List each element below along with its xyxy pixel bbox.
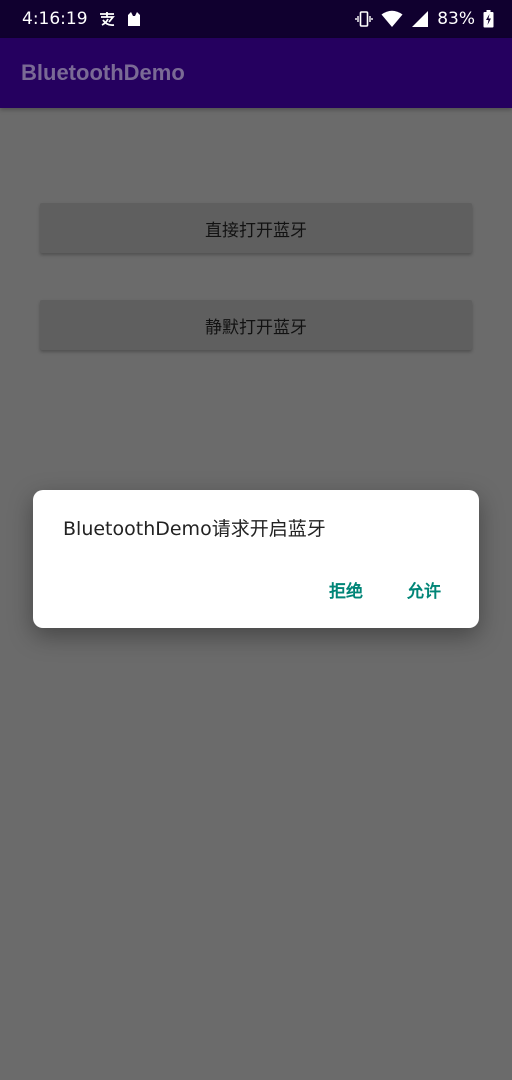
bluetooth-permission-dialog: BluetoothDemo请求开启蓝牙 拒绝 允许 <box>33 490 479 628</box>
status-time: 4:16:19 <box>22 9 88 29</box>
status-bar: 4:16:19 83% <box>0 0 512 38</box>
battery-percent: 83% <box>437 9 475 29</box>
app-bar: BluetoothDemo <box>0 38 512 108</box>
deny-button[interactable]: 拒绝 <box>329 577 363 602</box>
cat-icon <box>126 11 142 27</box>
allow-button[interactable]: 允许 <box>407 577 441 602</box>
open-bluetooth-silently-button[interactable]: 静默打开蓝牙 <box>40 300 472 350</box>
dialog-actions: 拒绝 允许 <box>329 577 441 602</box>
app-title: BluetoothDemo <box>21 60 185 85</box>
wifi-icon <box>381 10 403 28</box>
alipay-icon <box>98 11 116 27</box>
signal-icon <box>411 10 429 28</box>
vibrate-icon <box>355 10 373 28</box>
battery-charging-icon <box>483 10 494 28</box>
dialog-message: BluetoothDemo请求开启蓝牙 <box>63 518 326 540</box>
open-bluetooth-directly-button[interactable]: 直接打开蓝牙 <box>40 203 472 253</box>
